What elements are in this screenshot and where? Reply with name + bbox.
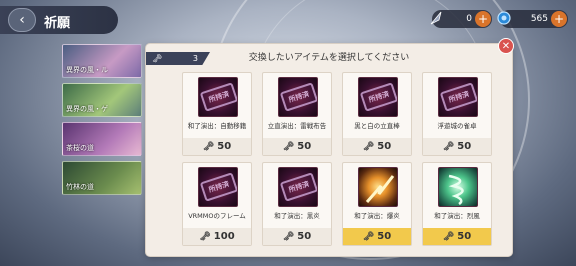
item-thumbnail: 所持済 [438,77,478,117]
close-icon: ✕ [501,40,511,52]
item-price: 🗝 50 [423,138,491,155]
item-thumbnail [438,167,478,207]
item-name: 和了演出：爆炎 [354,212,400,220]
key-icon: 🗝 [442,141,455,152]
item-thumbnail: 所持済 [358,77,398,117]
currency-gem: 565 + [497,10,568,28]
item-price-value: 50 [457,231,472,242]
item-price-value: 50 [377,231,392,242]
banner-tab-label: 茶桜の道 [66,144,94,152]
item-price-value: 100 [213,231,235,242]
item-card[interactable]: 所持済 和了演出：自動移籍 🗝 50 [182,72,252,156]
page-title: 祈願 [44,16,71,31]
key-icon: 🗝 [442,231,455,242]
item-card[interactable]: 所持済 浮遊城の雀卓 🗝 50 [422,72,492,156]
key-icon: 🗝 [199,231,211,242]
item-name: 浮遊城の雀卓 [437,122,477,130]
currency-gem-value: 565 [530,14,548,24]
item-card[interactable]: 所持済 黒と白の立直棒 🗝 50 [342,72,412,156]
key-icon: 🗝 [362,141,375,152]
item-price: 🗝 50 [343,138,411,155]
item-card[interactable]: 和了演出：爆炎 🗝 50 [342,162,412,246]
currency-feather-value: 0 [466,14,472,24]
owned-stamp: 所持済 [439,82,477,112]
item-thumbnail: 所持済 [198,77,238,117]
item-thumbnail: 所持済 [278,77,318,117]
gem-icon [494,8,514,28]
item-price-value: 50 [457,141,472,152]
banner-tab-3[interactable]: 茶桜の道 [62,122,142,156]
item-price: 🗝 100 [183,228,251,245]
item-card[interactable]: 所持済 和了演出：黒炎 🗝 50 [262,162,332,246]
item-name: 立直演出：雷戦布告 [267,122,327,130]
banner-tab-1[interactable]: 異界の風・ル [62,44,142,78]
item-price: 🗝 50 [263,138,331,155]
owned-stamp: 所持済 [359,82,397,112]
owned-stamp: 所持済 [279,82,317,112]
owned-stamp: 所持済 [279,172,317,202]
item-card[interactable]: 和了演出：烈風 🗝 50 [422,162,492,246]
whirlwind-icon [448,174,464,206]
item-price-value: 50 [297,141,312,152]
banner-tab-label: 竹林の道 [66,183,94,191]
banner-tab-2[interactable]: 異界の風・ゲ [62,83,142,117]
explosion-icon [365,175,395,203]
back-arrow-icon: ‹ [19,12,25,28]
currency-feather: 0 + [430,10,492,28]
add-feather-button[interactable]: + [475,11,491,27]
feather-icon [426,8,446,28]
dialog-title: 交換したいアイテムを選択してください [248,53,410,63]
back-button[interactable]: ‹ [8,8,36,32]
key-icon: 🗝 [202,141,215,152]
owned-stamp: 所持済 [199,172,237,202]
item-price-value: 50 [297,231,312,242]
item-card[interactable]: 所持済 立直演出：雷戦布告 🗝 50 [262,72,332,156]
item-name: VRMMOのフレーム [188,212,246,220]
item-price: 🗝 50 [343,228,411,245]
item-thumbnail [358,167,398,207]
item-price-value: 50 [217,141,232,152]
item-price: 🗝 50 [183,138,251,155]
item-thumbnail: 所持済 [198,167,238,207]
item-name: 黒と白の立直棒 [354,122,400,130]
banner-tab-4[interactable]: 竹林の道 [62,161,142,195]
add-gem-button[interactable]: + [551,11,567,27]
item-name: 和了演出：自動移籍 [187,122,247,130]
item-card[interactable]: 所持済 VRMMOのフレーム 🗝 100 [182,162,252,246]
item-price: 🗝 50 [263,228,331,245]
key-icon: 🗝 [282,141,295,152]
item-thumbnail: 所持済 [278,167,318,207]
key-icon: 🗝 [282,231,295,242]
item-price: 🗝 50 [423,228,491,245]
item-name: 和了演出：烈風 [434,212,480,220]
banner-tab-list: 異界の風・ル 異界の風・ゲ 茶桜の道 竹林の道 [62,44,142,200]
item-price-value: 50 [377,141,392,152]
banner-tab-label: 異界の風・ゲ [66,105,108,113]
item-grid: 所持済 和了演出：自動移籍 🗝 50 所持済 立直演出：雷戦布告 🗝 50 所持済 … [182,72,492,246]
close-button[interactable]: ✕ [498,38,514,54]
exchange-dialog: 🗝 3 交換したいアイテムを選択してください ✕ 所持済 和了演出：自動移籍 🗝… [146,38,514,256]
banner-tab-label: 異界の風・ル [66,66,108,74]
item-name: 和了演出：黒炎 [274,212,320,220]
header-bar: ‹ 祈願 [0,6,118,34]
owned-stamp: 所持済 [199,82,237,112]
key-icon: 🗝 [362,231,375,242]
